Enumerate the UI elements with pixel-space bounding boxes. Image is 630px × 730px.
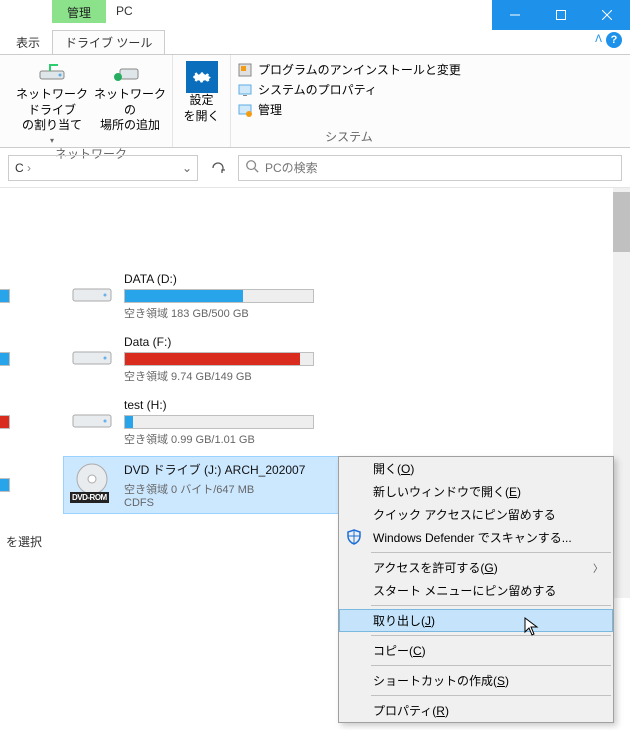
manage-label: 管理: [258, 101, 282, 118]
scrollbar-thumb[interactable]: [613, 192, 630, 252]
drive-h-sub: 空き領域 0.99 GB/1.01 GB: [124, 431, 358, 447]
search-input[interactable]: [265, 161, 615, 175]
ribbon-group-settings-label: [179, 145, 224, 147]
drive-j-name: DVD ドライブ (J:) ARCH_202007: [124, 461, 358, 478]
drive-f-name: Data (F:): [124, 335, 358, 349]
submenu-arrow-icon: 〉: [593, 560, 603, 575]
open-settings-label: 設定 を開く: [183, 93, 219, 124]
context-menu: 開く(O) 新しいウィンドウで開く(E) クイック アクセスにピン留めする Wi…: [338, 456, 614, 723]
drive-d-sub: 空き領域 183 GB/500 GB: [124, 305, 358, 321]
address-field[interactable]: C › ⌄: [8, 155, 198, 181]
drive-d[interactable]: DATA (D:) 空き領域 183 GB/500 GB: [64, 268, 364, 325]
minimize-button[interactable]: [492, 0, 538, 30]
drive-e[interactable]: E:) /4.37 GB: [0, 331, 60, 388]
cm-open[interactable]: 開く(O): [339, 457, 613, 480]
manage-icon: [237, 102, 253, 118]
address-path: C ›: [9, 161, 177, 175]
cm-create-shortcut[interactable]: ショートカットの作成(S): [339, 669, 613, 692]
scrollbar[interactable]: [613, 188, 630, 598]
map-network-drive-button[interactable]: ネットワーク ドライブ の割り当て ▾: [16, 57, 88, 145]
cm-copy[interactable]: コピー(C): [339, 639, 613, 662]
drive-f-sub: 空き領域 9.74 GB/149 GB: [124, 368, 358, 384]
cm-properties[interactable]: プロパティ(R): [339, 699, 613, 722]
drive-c-sub: /222 GB: [0, 305, 54, 317]
cm-pin-quick-access[interactable]: クイック アクセスにピン留めする: [339, 503, 613, 526]
cm-separator: [371, 635, 611, 636]
map-drive-label: ネットワーク ドライブ の割り当て: [16, 87, 88, 134]
ribbon-tabs: 表示 ドライブ ツール ᐱ ?: [0, 30, 630, 54]
drive-i-sub: /64.1 GB: [0, 494, 54, 506]
drive-j-sub: 空き領域 0 バイト/647 MB: [124, 481, 358, 497]
add-network-location-button[interactable]: ネットワークの 場所の追加: [94, 57, 166, 134]
cm-separator: [371, 552, 611, 553]
cm-separator: [371, 695, 611, 696]
address-bar: C › ⌄: [0, 148, 630, 188]
ribbon-tab-view[interactable]: 表示: [4, 31, 52, 54]
ribbon-group-network: ネットワーク ドライブ の割り当て ▾ ネットワークの 場所の追加 ネットワーク: [10, 55, 173, 147]
uninstall-icon: [237, 62, 253, 78]
cm-pin-start[interactable]: スタート メニューにピン留めする: [339, 579, 613, 602]
hdd-icon: [70, 398, 114, 438]
drive-left3[interactable]: / 149 GB: [0, 394, 60, 451]
search-icon: [245, 159, 259, 176]
drive-h[interactable]: test (H:) 空き領域 0.99 GB/1.01 GB: [64, 394, 364, 451]
title-bar: 管理 PC: [0, 0, 630, 30]
ribbon-group-settings: 設定 を開く: [173, 55, 231, 147]
ribbon-group-system: プログラムのアンインストールと変更 システムのプロパティ 管理 システム: [231, 55, 467, 147]
ribbon: ネットワーク ドライブ の割り当て ▾ ネットワークの 場所の追加 ネットワーク…: [0, 54, 630, 148]
cm-separator: [371, 665, 611, 666]
cm-grant-access[interactable]: アクセスを許可する(G) 〉: [339, 556, 613, 579]
manage-button[interactable]: 管理: [237, 101, 461, 118]
title-contextual-tabs: 管理: [52, 0, 106, 23]
defender-shield-icon: [345, 528, 363, 546]
hdd-icon: [70, 272, 114, 312]
drive-d-name: DATA (D:): [124, 272, 358, 286]
cm-separator: [371, 605, 611, 606]
address-dropdown-icon[interactable]: ⌄: [177, 161, 197, 175]
open-settings-button[interactable]: 設定 を開く: [179, 57, 224, 124]
drive-i[interactable]: /64.1 GB: [0, 457, 60, 513]
hdd-icon: [70, 335, 114, 375]
search-box[interactable]: [238, 155, 622, 181]
uninstall-programs-button[interactable]: プログラムのアンインストールと変更: [237, 61, 461, 78]
drive-f[interactable]: Data (F:) 空き領域 9.74 GB/149 GB: [64, 331, 364, 388]
window-title: PC: [106, 0, 143, 30]
maximize-button[interactable]: [538, 0, 584, 30]
network-location-icon: [114, 61, 146, 85]
drive-h-name: test (H:): [124, 398, 358, 412]
map-drive-icon: [36, 61, 68, 85]
ribbon-collapse-icon[interactable]: ᐱ: [595, 34, 602, 45]
close-button[interactable]: [584, 0, 630, 30]
system-properties-button[interactable]: システムのプロパティ: [237, 81, 461, 98]
add-location-label: ネットワークの 場所の追加: [94, 87, 166, 134]
uninstall-label: プログラムのアンインストールと変更: [258, 61, 461, 78]
dvd-icon: DVD-ROM: [70, 461, 114, 501]
settings-gear-icon: [186, 61, 218, 93]
drive-c[interactable]: /222 GB: [0, 268, 60, 325]
ribbon-group-system-label: システム: [237, 128, 461, 147]
drive-left3-sub: / 149 GB: [0, 431, 54, 443]
drive-j-fs: CDFS: [124, 497, 358, 509]
cm-defender-scan[interactable]: Windows Defender でスキャンする...: [339, 526, 613, 549]
cm-eject[interactable]: 取り出し(J): [339, 609, 613, 632]
window-controls: [492, 0, 630, 30]
dvd-rom-badge: DVD-ROM: [70, 492, 109, 503]
drive-e-sub: /4.37 GB: [0, 368, 54, 380]
refresh-button[interactable]: [204, 155, 232, 181]
system-properties-icon: [237, 82, 253, 98]
dropdown-icon: ▾: [50, 136, 54, 145]
drive-j-dvd[interactable]: DVD-ROM DVD ドライブ (J:) ARCH_202007 空き領域 0…: [64, 457, 364, 513]
system-properties-label: システムのプロパティ: [258, 81, 377, 98]
drive-e-name: E:): [0, 335, 54, 349]
contextual-tab-manage[interactable]: 管理: [52, 0, 106, 23]
help-icon[interactable]: ?: [606, 32, 622, 48]
cm-open-new-window[interactable]: 新しいウィンドウで開く(E): [339, 480, 613, 503]
ribbon-tab-drive-tools[interactable]: ドライブ ツール: [52, 30, 165, 54]
